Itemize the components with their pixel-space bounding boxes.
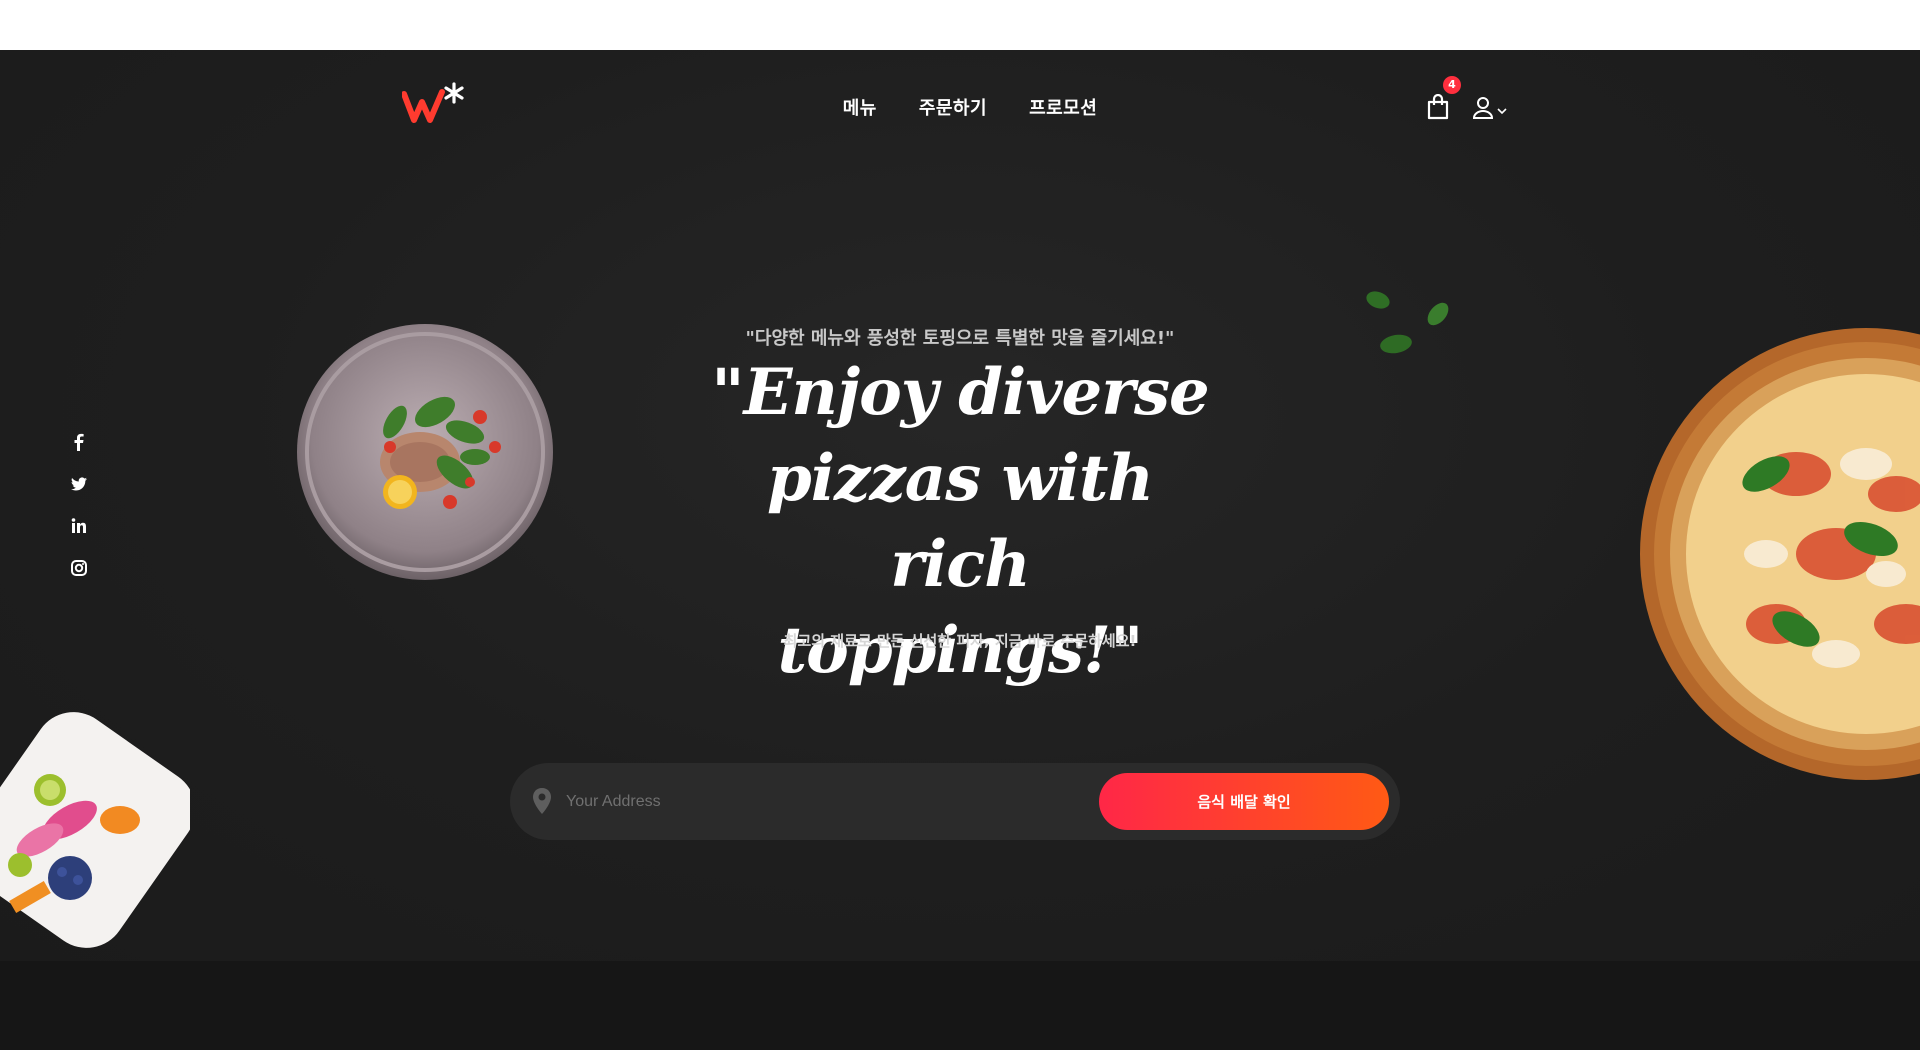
check-delivery-button[interactable]: 음식 배달 확인 (1099, 773, 1389, 830)
basil-leaves-image (1366, 291, 1449, 354)
location-pin-icon (533, 788, 551, 814)
main-nav: 메뉴 주문하기 프로모션 (0, 94, 1920, 120)
user-menu-icon[interactable] (1472, 96, 1512, 120)
instagram-icon[interactable] (70, 558, 88, 578)
hero-section: 메뉴 주문하기 프로모션 4 "다양한 메뉴와 풍성한 토핑으로 특별한 맛을 … (0, 50, 1920, 961)
shopping-bag-icon[interactable] (1426, 94, 1450, 120)
nav-item-promotion[interactable]: 프로모션 (1029, 94, 1097, 120)
address-search-bar: 음식 배달 확인 (510, 763, 1400, 840)
nav-item-order[interactable]: 주문하기 (919, 94, 987, 120)
salad-plate-image (297, 324, 553, 580)
facebook-icon[interactable] (70, 432, 88, 452)
hero-tagline: 최고의 재료로 만든 신선한 피자, 지금 바로 주문하세요! (783, 632, 1137, 650)
next-section-band (0, 961, 1920, 1050)
hero-subtitle: "다양한 메뉴와 풍성한 토핑으로 특별한 맛을 즐기세요!" (745, 328, 1175, 349)
social-links (70, 432, 88, 578)
nav-item-menu[interactable]: 메뉴 (843, 94, 877, 120)
pizza-image (1640, 328, 1920, 780)
address-input[interactable] (566, 781, 1046, 823)
top-strip (0, 0, 1920, 50)
fruit-platter-image (0, 712, 190, 948)
linkedin-icon[interactable] (70, 516, 88, 536)
cart-count-badge: 4 (1443, 76, 1461, 94)
twitter-icon[interactable] (70, 474, 88, 494)
